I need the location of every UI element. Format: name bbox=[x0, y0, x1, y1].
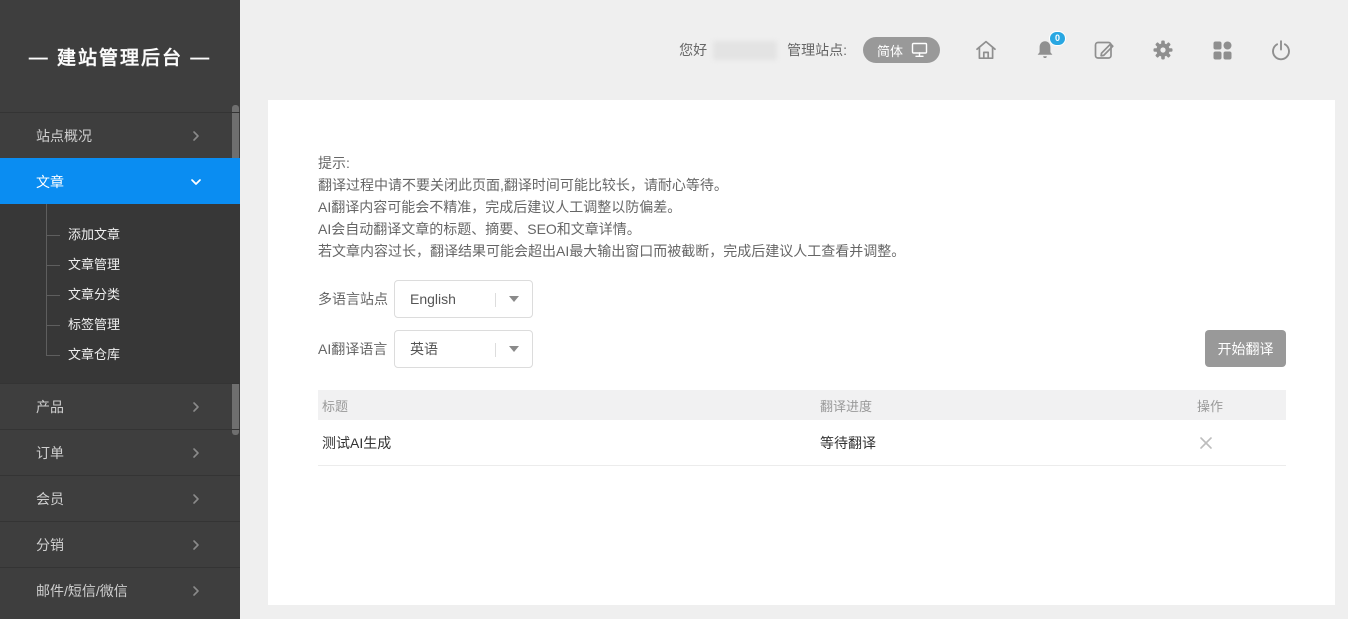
app-logo: — 建站管理后台 — bbox=[0, 0, 240, 112]
close-icon bbox=[1198, 435, 1214, 451]
notification-count-badge: 0 bbox=[1049, 31, 1066, 46]
power-icon bbox=[1269, 38, 1293, 62]
table-row: 测试AI生成 等待翻译 bbox=[318, 420, 1286, 466]
sidebar-item-articles[interactable]: 文章 bbox=[0, 158, 240, 204]
chevron-right-icon bbox=[188, 128, 204, 144]
manage-site-label: 管理站点: bbox=[787, 40, 847, 60]
sidebar: — 建站管理后台 — 站点概况 文章 添加文章 文章管理 文章分类 标签管理 文… bbox=[0, 0, 240, 619]
translation-tips: 提示: 翻译过程中请不要关闭此页面,翻译时间可能比较长，请耐心等待。 AI翻译内… bbox=[318, 152, 905, 262]
lang-select-row: AI翻译语言 英语 bbox=[318, 330, 533, 368]
sidebar-subitem-tag-manage[interactable]: 标签管理 bbox=[0, 310, 240, 340]
tip-line: AI会自动翻译文章的标题、摘要、SEO和文章详情。 bbox=[318, 218, 905, 240]
logout-button[interactable] bbox=[1268, 35, 1294, 65]
start-translation-button[interactable]: 开始翻译 bbox=[1205, 330, 1286, 367]
sidebar-item-label: 邮件/短信/微信 bbox=[36, 581, 128, 601]
multilingual-site-select[interactable]: English bbox=[394, 280, 533, 318]
sidebar-item-mail-sms-wechat[interactable]: 邮件/短信/微信 bbox=[0, 567, 240, 613]
home-button[interactable] bbox=[973, 35, 999, 65]
column-header-title: 标题 bbox=[318, 396, 820, 415]
articles-submenu: 添加文章 文章管理 文章分类 标签管理 文章仓库 bbox=[0, 204, 240, 383]
tip-line: AI翻译内容可能会不精准，完成后建议人工调整以防偏差。 bbox=[318, 196, 905, 218]
sidebar-subitem-article-library[interactable]: 文章仓库 bbox=[0, 340, 240, 370]
site-select-value: English bbox=[410, 291, 456, 307]
sidebar-item-label: 站点概况 bbox=[36, 126, 92, 146]
sidebar-item-label: 分销 bbox=[36, 535, 64, 555]
translation-table: 标题 翻译进度 操作 测试AI生成 等待翻译 bbox=[318, 390, 1286, 466]
lang-select-value: 英语 bbox=[410, 339, 438, 359]
caret-down-icon bbox=[509, 296, 519, 302]
sidebar-item-label: 会员 bbox=[36, 489, 64, 509]
grid-icon bbox=[1210, 38, 1234, 62]
greeting-text: 您好 bbox=[679, 40, 707, 60]
chevron-right-icon bbox=[188, 445, 204, 461]
main-panel: 提示: 翻译过程中请不要关闭此页面,翻译时间可能比较长，请耐心等待。 AI翻译内… bbox=[268, 100, 1335, 605]
sidebar-subitem-article-category[interactable]: 文章分类 bbox=[0, 280, 240, 310]
sidebar-item-products[interactable]: 产品 bbox=[0, 383, 240, 429]
lang-select-label: AI翻译语言 bbox=[318, 339, 394, 359]
chevron-down-icon bbox=[188, 174, 204, 190]
sidebar-subitem-add-article[interactable]: 添加文章 bbox=[0, 220, 240, 250]
tip-line: 若文章内容过长，翻译结果可能会超出AI最大输出窗口而被截断，完成后建议人工查看并… bbox=[318, 240, 905, 262]
sidebar-item-site-overview[interactable]: 站点概况 bbox=[0, 112, 240, 158]
user-name-redacted bbox=[713, 41, 777, 60]
caret-down-icon bbox=[509, 346, 519, 352]
sidebar-item-label: 产品 bbox=[36, 397, 64, 417]
settings-button[interactable] bbox=[1150, 35, 1176, 65]
sidebar-item-members[interactable]: 会员 bbox=[0, 475, 240, 521]
edit-icon bbox=[1092, 38, 1116, 62]
table-header-row: 标题 翻译进度 操作 bbox=[318, 390, 1286, 420]
row-progress: 等待翻译 bbox=[820, 433, 1197, 453]
monitor-icon bbox=[911, 42, 928, 58]
chevron-right-icon bbox=[188, 583, 204, 599]
caret-zone bbox=[496, 331, 532, 367]
sidebar-item-label: 文章 bbox=[36, 172, 64, 192]
ai-translate-language-select[interactable]: 英语 bbox=[394, 330, 533, 368]
sidebar-item-distribution[interactable]: 分销 bbox=[0, 521, 240, 567]
sidebar-item-orders[interactable]: 订单 bbox=[0, 429, 240, 475]
apps-button[interactable] bbox=[1209, 35, 1235, 65]
top-header: 您好 管理站点: 简体 0 bbox=[240, 0, 1348, 100]
edit-button[interactable] bbox=[1091, 35, 1117, 65]
language-badge-button[interactable]: 简体 bbox=[863, 37, 940, 63]
language-badge-label: 简体 bbox=[877, 41, 903, 60]
chevron-right-icon bbox=[188, 491, 204, 507]
notifications-button[interactable]: 0 bbox=[1032, 35, 1058, 65]
caret-zone bbox=[496, 281, 532, 317]
site-select-row: 多语言站点 English bbox=[318, 280, 533, 318]
column-header-action: 操作 bbox=[1197, 396, 1286, 415]
chevron-right-icon bbox=[188, 537, 204, 553]
home-icon bbox=[974, 38, 998, 62]
gear-icon bbox=[1151, 38, 1175, 62]
row-title: 测试AI生成 bbox=[318, 433, 820, 453]
tip-line: 翻译过程中请不要关闭此页面,翻译时间可能比较长，请耐心等待。 bbox=[318, 174, 905, 196]
tip-line: 提示: bbox=[318, 152, 905, 174]
sidebar-subitem-article-manage[interactable]: 文章管理 bbox=[0, 250, 240, 280]
sidebar-item-label: 订单 bbox=[36, 443, 64, 463]
remove-row-button[interactable] bbox=[1197, 434, 1215, 452]
site-select-label: 多语言站点 bbox=[318, 289, 394, 309]
chevron-right-icon bbox=[188, 399, 204, 415]
column-header-progress: 翻译进度 bbox=[820, 396, 1197, 415]
